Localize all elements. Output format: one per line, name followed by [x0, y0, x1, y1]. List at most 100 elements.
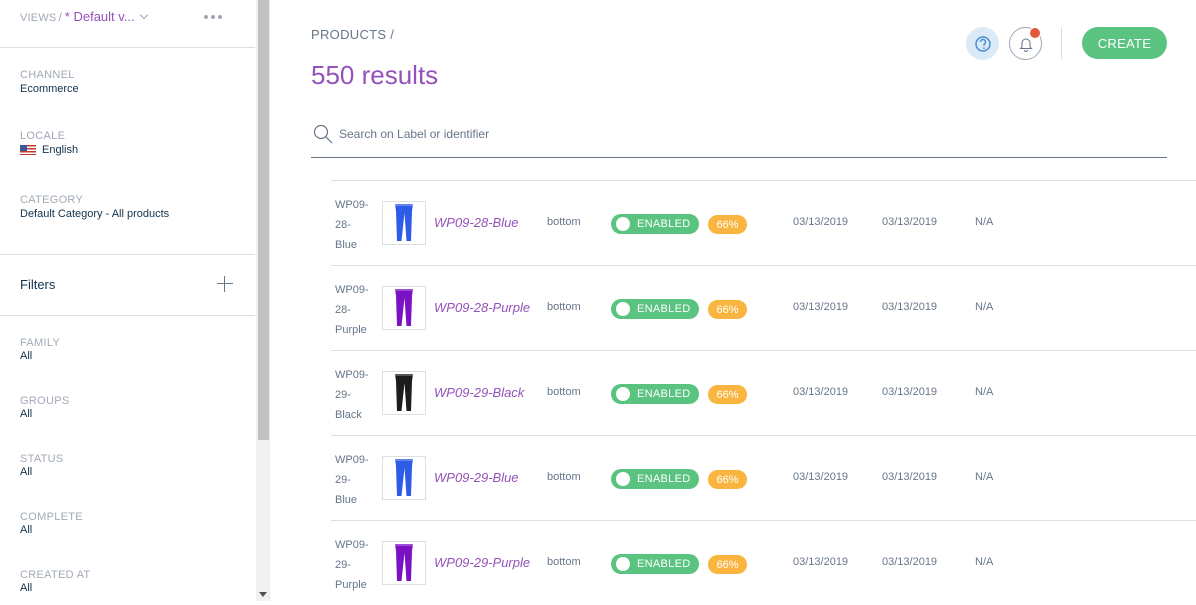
- category-label: CATEGORY: [20, 194, 84, 206]
- filter-complete[interactable]: COMPLETE All: [20, 511, 83, 537]
- filter-created-at[interactable]: CREATED AT All: [20, 569, 90, 595]
- locale-switcher[interactable]: LOCALE English: [20, 130, 78, 157]
- channel-value[interactable]: Ecommerce: [20, 82, 79, 96]
- filter-value[interactable]: All: [20, 466, 64, 479]
- locale-text: English: [42, 144, 79, 156]
- filter-value[interactable]: All: [20, 350, 60, 363]
- product-grid: WP09- 28- Blue WP09-28-Blue bottom ENABL…: [331, 180, 1196, 605]
- product-label[interactable]: WP09-28-Blue: [434, 215, 519, 230]
- divider: [0, 254, 255, 255]
- category-value[interactable]: Default Category - All products: [20, 207, 169, 221]
- search-icon: [313, 124, 333, 144]
- filter-family[interactable]: FAMILY All: [20, 337, 60, 363]
- identifier-cell: WP09- 29- Blue: [335, 450, 379, 510]
- filter-status[interactable]: STATUS All: [20, 453, 64, 479]
- created-date-cell: 03/13/2019: [793, 301, 849, 313]
- identifier-line: 29-: [335, 559, 351, 571]
- updated-date-cell: 03/13/2019: [882, 471, 938, 483]
- updated-date-cell: 03/13/2019: [882, 216, 938, 228]
- status-badge: ENABLED: [611, 554, 699, 574]
- table-row[interactable]: WP09- 29- Blue WP09-29-Blue bottom ENABL…: [331, 435, 1196, 520]
- sidebar-content: VIEWS / * Default v... CHANNEL Ecommerce L…: [0, 0, 255, 601]
- variant-cell: N/A: [975, 386, 994, 398]
- identifier-line: Black: [335, 409, 362, 421]
- variant-cell: N/A: [975, 471, 994, 483]
- updated-date-cell: 03/13/2019: [882, 386, 938, 398]
- filter-value[interactable]: All: [20, 524, 83, 537]
- product-label[interactable]: WP09-29-Black: [434, 385, 524, 400]
- identifier-line: 28-: [335, 304, 351, 316]
- sidebar-scrollbar[interactable]: [256, 0, 269, 601]
- product-thumbnail[interactable]: [382, 456, 426, 500]
- family-cell: bottom: [547, 386, 581, 398]
- identifier-line: WP09-: [335, 454, 369, 466]
- create-button[interactable]: CREATE: [1082, 27, 1167, 59]
- identifier-line: Blue: [335, 494, 358, 506]
- locale-label: LOCALE: [20, 130, 66, 142]
- table-row[interactable]: WP09- 29- Purple WP09-29-Purple bottom E…: [331, 520, 1196, 605]
- table-row[interactable]: WP09- 28- Blue WP09-28-Blue bottom ENABL…: [331, 180, 1196, 265]
- filter-value[interactable]: All: [20, 408, 69, 421]
- completeness-badge: 66%: [708, 470, 747, 489]
- help-button[interactable]: [966, 27, 999, 60]
- leggings-image: [395, 289, 413, 326]
- scrollbar-thumb[interactable]: [258, 0, 269, 440]
- category-switcher[interactable]: CATEGORY Default Category - All products: [20, 194, 169, 221]
- identifier-cell: WP09- 29- Black: [335, 365, 379, 425]
- filter-groups[interactable]: GROUPS All: [20, 395, 69, 421]
- identifier-line: Purple: [335, 579, 367, 591]
- family-cell: bottom: [547, 216, 581, 228]
- product-thumbnail[interactable]: [382, 201, 426, 245]
- scroll-down-arrow-icon[interactable]: [259, 592, 267, 597]
- status-badge: ENABLED: [611, 214, 699, 234]
- leggings-image: [395, 544, 413, 581]
- views-selector[interactable]: VIEWS / * Default v...: [20, 9, 255, 25]
- identifier-line: WP09-: [335, 199, 369, 211]
- more-options-icon[interactable]: [204, 15, 225, 19]
- identifier-line: WP09-: [335, 284, 369, 296]
- identifier-line: WP09-: [335, 539, 369, 551]
- leggings-image: [395, 374, 413, 411]
- divider: [0, 315, 255, 316]
- completeness-badge: 66%: [708, 385, 747, 404]
- filter-label: COMPLETE: [20, 511, 83, 523]
- table-row[interactable]: WP09- 28- Purple WP09-28-Purple bottom E…: [331, 265, 1196, 350]
- views-value[interactable]: * Default v...: [65, 9, 135, 24]
- help-icon: [974, 35, 991, 52]
- identifier-line: 29-: [335, 474, 351, 486]
- family-cell: bottom: [547, 556, 581, 568]
- sidebar: VIEWS / * Default v... CHANNEL Ecommerce L…: [0, 0, 270, 601]
- breadcrumb[interactable]: PRODUCTS /: [311, 27, 394, 42]
- identifier-line: WP09-: [335, 369, 369, 381]
- updated-date-cell: 03/13/2019: [882, 301, 938, 313]
- identifier-line: Blue: [335, 239, 358, 251]
- views-label: VIEWS: [20, 12, 57, 24]
- notification-badge: [1029, 27, 1041, 39]
- locale-value[interactable]: English: [20, 143, 78, 157]
- completeness-badge: 66%: [708, 215, 747, 234]
- completeness-badge: 66%: [708, 300, 747, 319]
- created-date-cell: 03/13/2019: [793, 386, 849, 398]
- product-label[interactable]: WP09-28-Purple: [434, 300, 530, 315]
- created-date-cell: 03/13/2019: [793, 471, 849, 483]
- search-input[interactable]: [339, 124, 939, 144]
- status-badge: ENABLED: [611, 469, 699, 489]
- variant-cell: N/A: [975, 301, 994, 313]
- product-thumbnail[interactable]: [382, 541, 426, 585]
- identifier-line: Purple: [335, 324, 367, 336]
- leggings-image: [395, 204, 413, 241]
- product-label[interactable]: WP09-29-Purple: [434, 555, 530, 570]
- product-thumbnail[interactable]: [382, 286, 426, 330]
- product-thumbnail[interactable]: [382, 371, 426, 415]
- table-row[interactable]: WP09- 29- Black WP09-29-Black bottom ENA…: [331, 350, 1196, 435]
- chevron-down-icon[interactable]: [139, 10, 148, 20]
- channel-switcher[interactable]: CHANNEL Ecommerce: [20, 69, 79, 96]
- product-label[interactable]: WP09-29-Blue: [434, 470, 519, 485]
- filter-value[interactable]: All: [20, 582, 90, 595]
- leggings-image: [395, 459, 413, 496]
- plus-icon[interactable]: [217, 276, 233, 292]
- channel-label: CHANNEL: [20, 69, 75, 81]
- views-separator: /: [58, 10, 62, 24]
- completeness-badge: 66%: [708, 555, 747, 574]
- status-badge: ENABLED: [611, 299, 699, 319]
